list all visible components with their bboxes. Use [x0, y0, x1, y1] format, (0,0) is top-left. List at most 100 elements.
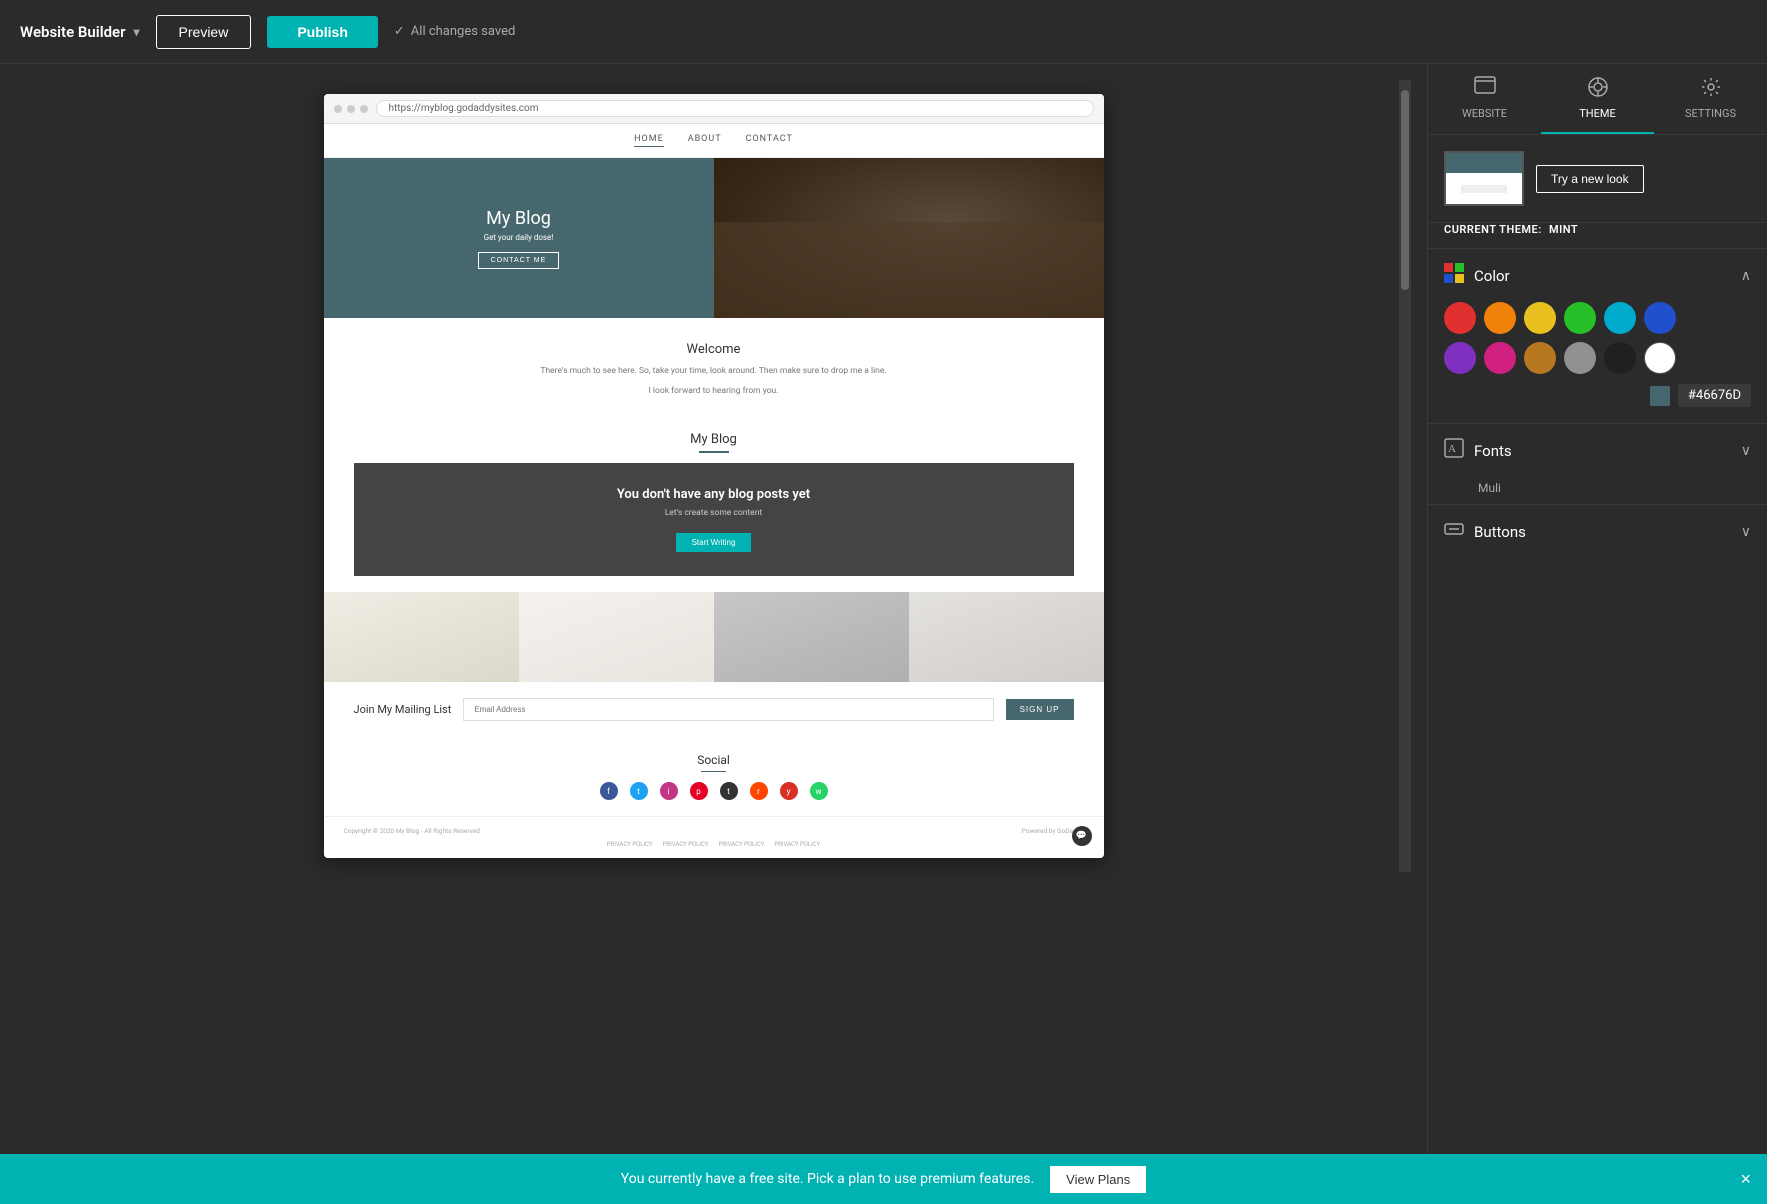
buttons-label: Buttons	[1474, 523, 1526, 541]
buttons-section-header[interactable]: Buttons ∨	[1428, 504, 1767, 558]
brand-chevron-icon: ▾	[134, 25, 140, 39]
preview-wrapper: https://myblog.godaddysites.com HOME ABO…	[16, 80, 1411, 872]
instagram-icon[interactable]: i	[660, 782, 678, 800]
tab-website[interactable]: WEBSITE	[1428, 76, 1541, 134]
pinterest-icon[interactable]: p	[690, 782, 708, 800]
selected-color-display: #46676D	[1444, 384, 1751, 407]
buttons-icon	[1444, 519, 1464, 544]
color-swatch-cyan[interactable]	[1604, 302, 1636, 334]
panel-tabs: WEBSITE THEME	[1428, 64, 1767, 135]
blog-section-title: My Blog	[324, 432, 1104, 447]
website-tab-icon	[1474, 76, 1496, 103]
start-writing-button[interactable]: Start Writing	[676, 533, 752, 552]
color-swatch-red[interactable]	[1444, 302, 1476, 334]
welcome-text-2: I look forward to hearing from you.	[384, 385, 1044, 399]
tab-settings-label: SETTINGS	[1685, 107, 1736, 120]
social-section: Social f t i p t r y w	[324, 737, 1104, 817]
whatsapp-icon[interactable]: w	[810, 782, 828, 800]
tab-theme[interactable]: THEME	[1541, 76, 1654, 134]
preview-button[interactable]: Preview	[156, 15, 252, 49]
social-icons: f t i p t r y w	[340, 782, 1088, 800]
color-swatch-green[interactable]	[1564, 302, 1596, 334]
signup-button[interactable]: SIGN UP	[1006, 699, 1074, 720]
publish-button[interactable]: Publish	[267, 16, 378, 48]
browser-dot-1	[334, 105, 342, 113]
theme-thumbnail	[1444, 151, 1524, 206]
theme-preview-section: Try a new look	[1428, 135, 1767, 223]
color-grid-row-2	[1444, 342, 1751, 374]
gallery-item-1	[324, 592, 519, 682]
hero-cta-button[interactable]: CONTACT ME	[478, 252, 560, 269]
color-swatch-brown[interactable]	[1524, 342, 1556, 374]
no-posts-heading: You don't have any blog posts yet	[378, 487, 1050, 502]
gallery-item-4	[909, 592, 1104, 682]
no-posts-sub: Let's create some content	[378, 508, 1050, 518]
reddit-icon[interactable]: r	[750, 782, 768, 800]
youtube-icon[interactable]: y	[780, 782, 798, 800]
hero-subtitle: Get your daily dose!	[484, 233, 554, 242]
welcome-heading: Welcome	[384, 342, 1044, 357]
browser-frame: https://myblog.godaddysites.com HOME ABO…	[324, 94, 1104, 858]
welcome-section: Welcome There's much to see here. So, ta…	[324, 318, 1104, 422]
current-font: Muli	[1478, 481, 1501, 495]
color-swatch-orange[interactable]	[1484, 302, 1516, 334]
scrollbar-track[interactable]	[1399, 80, 1411, 872]
color-section: #46676D	[1428, 302, 1767, 423]
color-section-header[interactable]: Color ∧	[1428, 248, 1767, 302]
tab-theme-label: THEME	[1579, 107, 1616, 120]
color-swatch-black[interactable]	[1604, 342, 1636, 374]
fonts-icon: A	[1444, 438, 1464, 463]
blog-cta-box: You don't have any blog posts yet Let's …	[354, 463, 1074, 576]
color-swatch-yellow[interactable]	[1524, 302, 1556, 334]
footer-link-3[interactable]: PRIVACY POLICY	[719, 841, 765, 848]
color-swatch-purple[interactable]	[1444, 342, 1476, 374]
buttons-chevron-icon: ∨	[1741, 524, 1751, 540]
mailing-title: Join My Mailing List	[354, 703, 452, 716]
fonts-chevron-icon: ∨	[1741, 443, 1751, 459]
footer-link-2[interactable]: PRIVACY POLICY	[663, 841, 709, 848]
color-swatch-pink[interactable]	[1484, 342, 1516, 374]
banner-close-button[interactable]: ×	[1740, 1169, 1751, 1190]
try-new-look-button[interactable]: Try a new look	[1536, 165, 1644, 193]
blog-title-section: My Blog	[324, 422, 1104, 463]
footer-link-1[interactable]: PRIVACY POLICY	[607, 841, 653, 848]
hero-section: My Blog Get your daily dose! CONTACT ME	[324, 158, 1104, 318]
saved-status: All changes saved	[394, 24, 515, 39]
tumblr-icon[interactable]: t	[720, 782, 738, 800]
bottom-banner: You currently have a free site. Pick a p…	[0, 1154, 1767, 1204]
color-section-left: Color	[1444, 263, 1510, 288]
nav-contact[interactable]: CONTACT	[746, 134, 793, 147]
site-footer: Copyright © 2020 My Blog - All Rights Re…	[324, 816, 1104, 858]
facebook-icon[interactable]: f	[600, 782, 618, 800]
welcome-text-1: There's much to see here. So, take your …	[384, 365, 1044, 379]
brand[interactable]: Website Builder ▾	[20, 23, 140, 41]
settings-tab-icon	[1700, 76, 1722, 103]
scrollbar-thumb[interactable]	[1401, 90, 1409, 290]
browser-bar: https://myblog.godaddysites.com	[324, 94, 1104, 124]
view-plans-button[interactable]: View Plans	[1050, 1166, 1146, 1193]
svg-text:A: A	[1448, 443, 1456, 455]
mailing-section: Join My Mailing List SIGN UP	[324, 682, 1104, 737]
color-swatch-gray[interactable]	[1564, 342, 1596, 374]
color-swatch-blue[interactable]	[1644, 302, 1676, 334]
main-area: https://myblog.godaddysites.com HOME ABO…	[0, 64, 1767, 1154]
chat-bubble-icon[interactable]: 💬	[1072, 826, 1092, 846]
twitter-icon[interactable]: t	[630, 782, 648, 800]
hero-left: My Blog Get your daily dose! CONTACT ME	[324, 158, 714, 318]
social-underline	[701, 771, 726, 773]
fonts-section-header[interactable]: A Fonts ∨	[1428, 423, 1767, 477]
browser-dot-2	[347, 105, 355, 113]
buttons-section-left: Buttons	[1444, 519, 1526, 544]
mailing-email-input[interactable]	[463, 698, 993, 721]
gallery	[324, 592, 1104, 682]
footer-link-4[interactable]: PRIVACY POLICY	[774, 841, 820, 848]
fonts-section-content: Muli	[1428, 477, 1767, 504]
footer-top: Copyright © 2020 My Blog - All Rights Re…	[344, 827, 1084, 835]
current-theme-label: CURRENT THEME: MINT	[1428, 223, 1767, 248]
tab-settings[interactable]: SETTINGS	[1654, 76, 1767, 134]
color-swatch-white[interactable]	[1644, 342, 1676, 374]
nav-about[interactable]: ABOUT	[688, 134, 722, 147]
nav-home[interactable]: HOME	[634, 134, 664, 147]
footer-copyright: Copyright © 2020 My Blog - All Rights Re…	[344, 827, 480, 835]
site-nav: HOME ABOUT CONTACT	[324, 124, 1104, 158]
